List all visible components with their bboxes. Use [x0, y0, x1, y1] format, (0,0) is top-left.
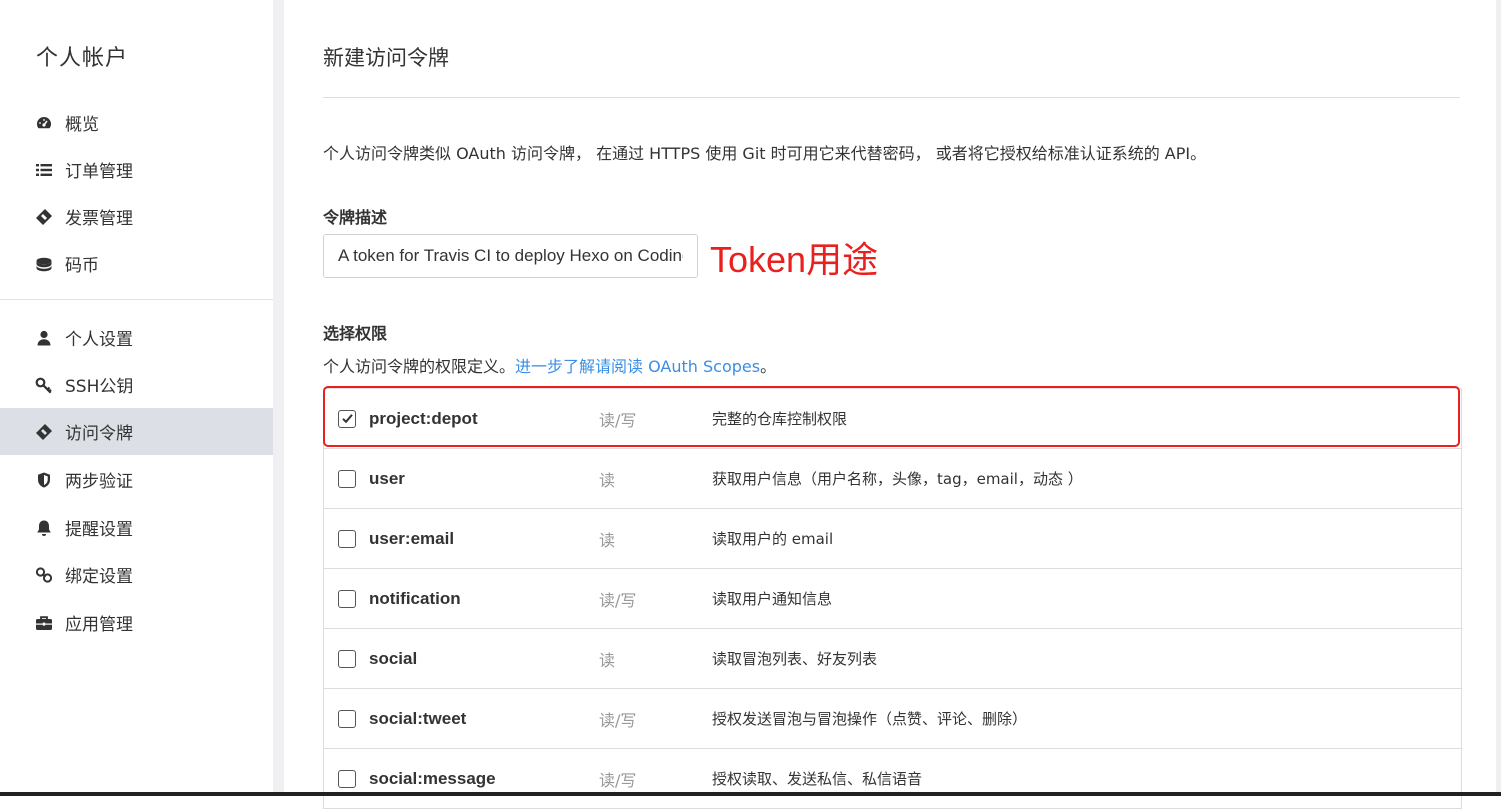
sidebar-item-overview[interactable]: 概览 [0, 99, 273, 146]
link-icon [35, 566, 53, 584]
scope-row-user: user 读 获取用户信息（用户名称，头像，tag，email，动态 ） [324, 449, 1461, 509]
scope-checkbox[interactable] [338, 529, 356, 548]
account-title: 个人帐户 [36, 46, 129, 71]
sidebar: 个人帐户 概览 订单管理 发票管理 码币 个人设置 SSH公钥 访问令牌 两步验… [0, 0, 273, 796]
sidebar-item-invoices[interactable]: 发票管理 [0, 193, 273, 240]
sidebar-divider [0, 299, 273, 300]
sidebar-item-label: 绑定设置 [65, 567, 133, 587]
scope-table: project:depot 读/写 完整的仓库控制权限 user 读 获取用户信… [323, 388, 1462, 809]
scope-name: user:email [369, 528, 455, 548]
scope-permission: 读/写 [599, 590, 637, 610]
sidebar-item-access-tokens[interactable]: 访问令牌 [0, 408, 273, 455]
sidebar-item-ssh-keys[interactable]: SSH公钥 [0, 361, 273, 408]
key-icon [35, 376, 53, 394]
scopes-help-text: 个人访问令牌的权限定义。进一步了解请阅读 OAuth Scopes。 [323, 353, 776, 377]
ticket-icon [35, 208, 53, 226]
sidebar-item-two-factor[interactable]: 两步验证 [0, 456, 273, 503]
list-icon [35, 161, 53, 179]
oauth-scopes-link[interactable]: 进一步了解请阅读 OAuth Scopes [515, 357, 760, 376]
scope-permission: 读 [599, 650, 616, 670]
token-purpose-annotation: Token用途 [710, 239, 879, 280]
scope-name: social:message [369, 768, 496, 788]
scope-checkbox[interactable] [338, 769, 356, 788]
scope-description: 完整的仓库控制权限 [712, 410, 848, 428]
right-gutter [1496, 0, 1501, 796]
scope-checkbox[interactable] [338, 409, 356, 428]
check-icon [341, 414, 353, 424]
sidebar-item-label: 订单管理 [65, 162, 133, 182]
sidebar-item-label: 提醒设置 [65, 520, 133, 540]
sidebar-item-label: 概览 [65, 115, 99, 135]
sidebar-item-coins[interactable]: 码币 [0, 240, 273, 287]
scope-name: social:tweet [369, 708, 467, 728]
scopes-label: 选择权限 [323, 324, 388, 343]
scope-description: 授权读取、发送私信、私信语音 [712, 770, 923, 788]
scope-row-notification: notification 读/写 读取用户通知信息 [324, 569, 1461, 629]
sidebar-item-label: 应用管理 [65, 615, 133, 635]
scope-description: 授权发送冒泡与冒泡操作（点赞、评论、删除） [712, 710, 1028, 728]
sidebar-item-orders[interactable]: 订单管理 [0, 146, 273, 193]
sidebar-item-profile-settings[interactable]: 个人设置 [0, 314, 273, 361]
sidebar-item-apps[interactable]: 应用管理 [0, 599, 273, 646]
scopes-help-suffix: 。 [760, 357, 777, 376]
scope-permission: 读 [599, 470, 616, 490]
sidebar-item-label: 访问令牌 [65, 424, 133, 444]
bell-icon [35, 519, 53, 537]
scope-description: 读取用户的 email [712, 530, 834, 548]
intro-text: 个人访问令牌类似 OAuth 访问令牌， 在通过 HTTPS 使用 Git 时可… [323, 144, 1207, 163]
scope-row-user-email: user:email 读 读取用户的 email [324, 509, 1461, 569]
page-title: 新建访问令牌 [323, 46, 449, 70]
token-description-label: 令牌描述 [323, 208, 388, 227]
sidebar-item-bindings[interactable]: 绑定设置 [0, 551, 273, 598]
briefcase-icon [35, 614, 53, 632]
scopes-help-prefix: 个人访问令牌的权限定义。 [323, 357, 516, 376]
shield-icon [35, 471, 53, 489]
scope-checkbox[interactable] [338, 649, 356, 668]
coins-icon [35, 255, 53, 273]
token-description-input[interactable] [323, 234, 698, 278]
scope-name: user [369, 468, 405, 488]
scope-row-social: social 读 读取冒泡列表、好友列表 [324, 629, 1461, 689]
title-divider [323, 97, 1460, 98]
scope-checkbox[interactable] [338, 709, 356, 728]
scope-checkbox[interactable] [338, 589, 356, 608]
sidebar-item-label: 两步验证 [65, 472, 133, 492]
scope-description: 读取冒泡列表、好友列表 [712, 650, 878, 668]
ticket-icon [35, 423, 53, 441]
scope-name: notification [369, 588, 461, 608]
scope-checkbox[interactable] [338, 469, 356, 488]
sidebar-item-notifications[interactable]: 提醒设置 [0, 504, 273, 551]
scope-description: 获取用户信息（用户名称，头像，tag，email，动态 ） [712, 470, 1083, 488]
sidebar-item-label: 发票管理 [65, 209, 133, 229]
scope-description: 读取用户通知信息 [712, 590, 833, 608]
sidebar-item-label: 个人设置 [65, 330, 133, 350]
scope-row-social-tweet: social:tweet 读/写 授权发送冒泡与冒泡操作（点赞、评论、删除） [324, 689, 1461, 749]
user-icon [35, 329, 53, 347]
scope-name: project:depot [369, 408, 478, 428]
scope-permission: 读 [599, 530, 616, 550]
sidebar-gutter [273, 0, 284, 796]
sidebar-item-label: 码币 [65, 256, 99, 276]
scope-row-project-depot: project:depot 读/写 完整的仓库控制权限 [324, 389, 1461, 449]
scope-name: social [369, 648, 418, 668]
sidebar-item-label: SSH公钥 [65, 377, 134, 397]
scope-row-social-message: social:message 读/写 授权读取、发送私信、私信语音 [324, 749, 1461, 809]
bottom-edge-bar [0, 792, 1501, 796]
dashboard-icon [35, 114, 53, 132]
scope-permission: 读/写 [599, 710, 637, 730]
scope-permission: 读/写 [599, 770, 637, 790]
scope-permission: 读/写 [599, 410, 637, 430]
